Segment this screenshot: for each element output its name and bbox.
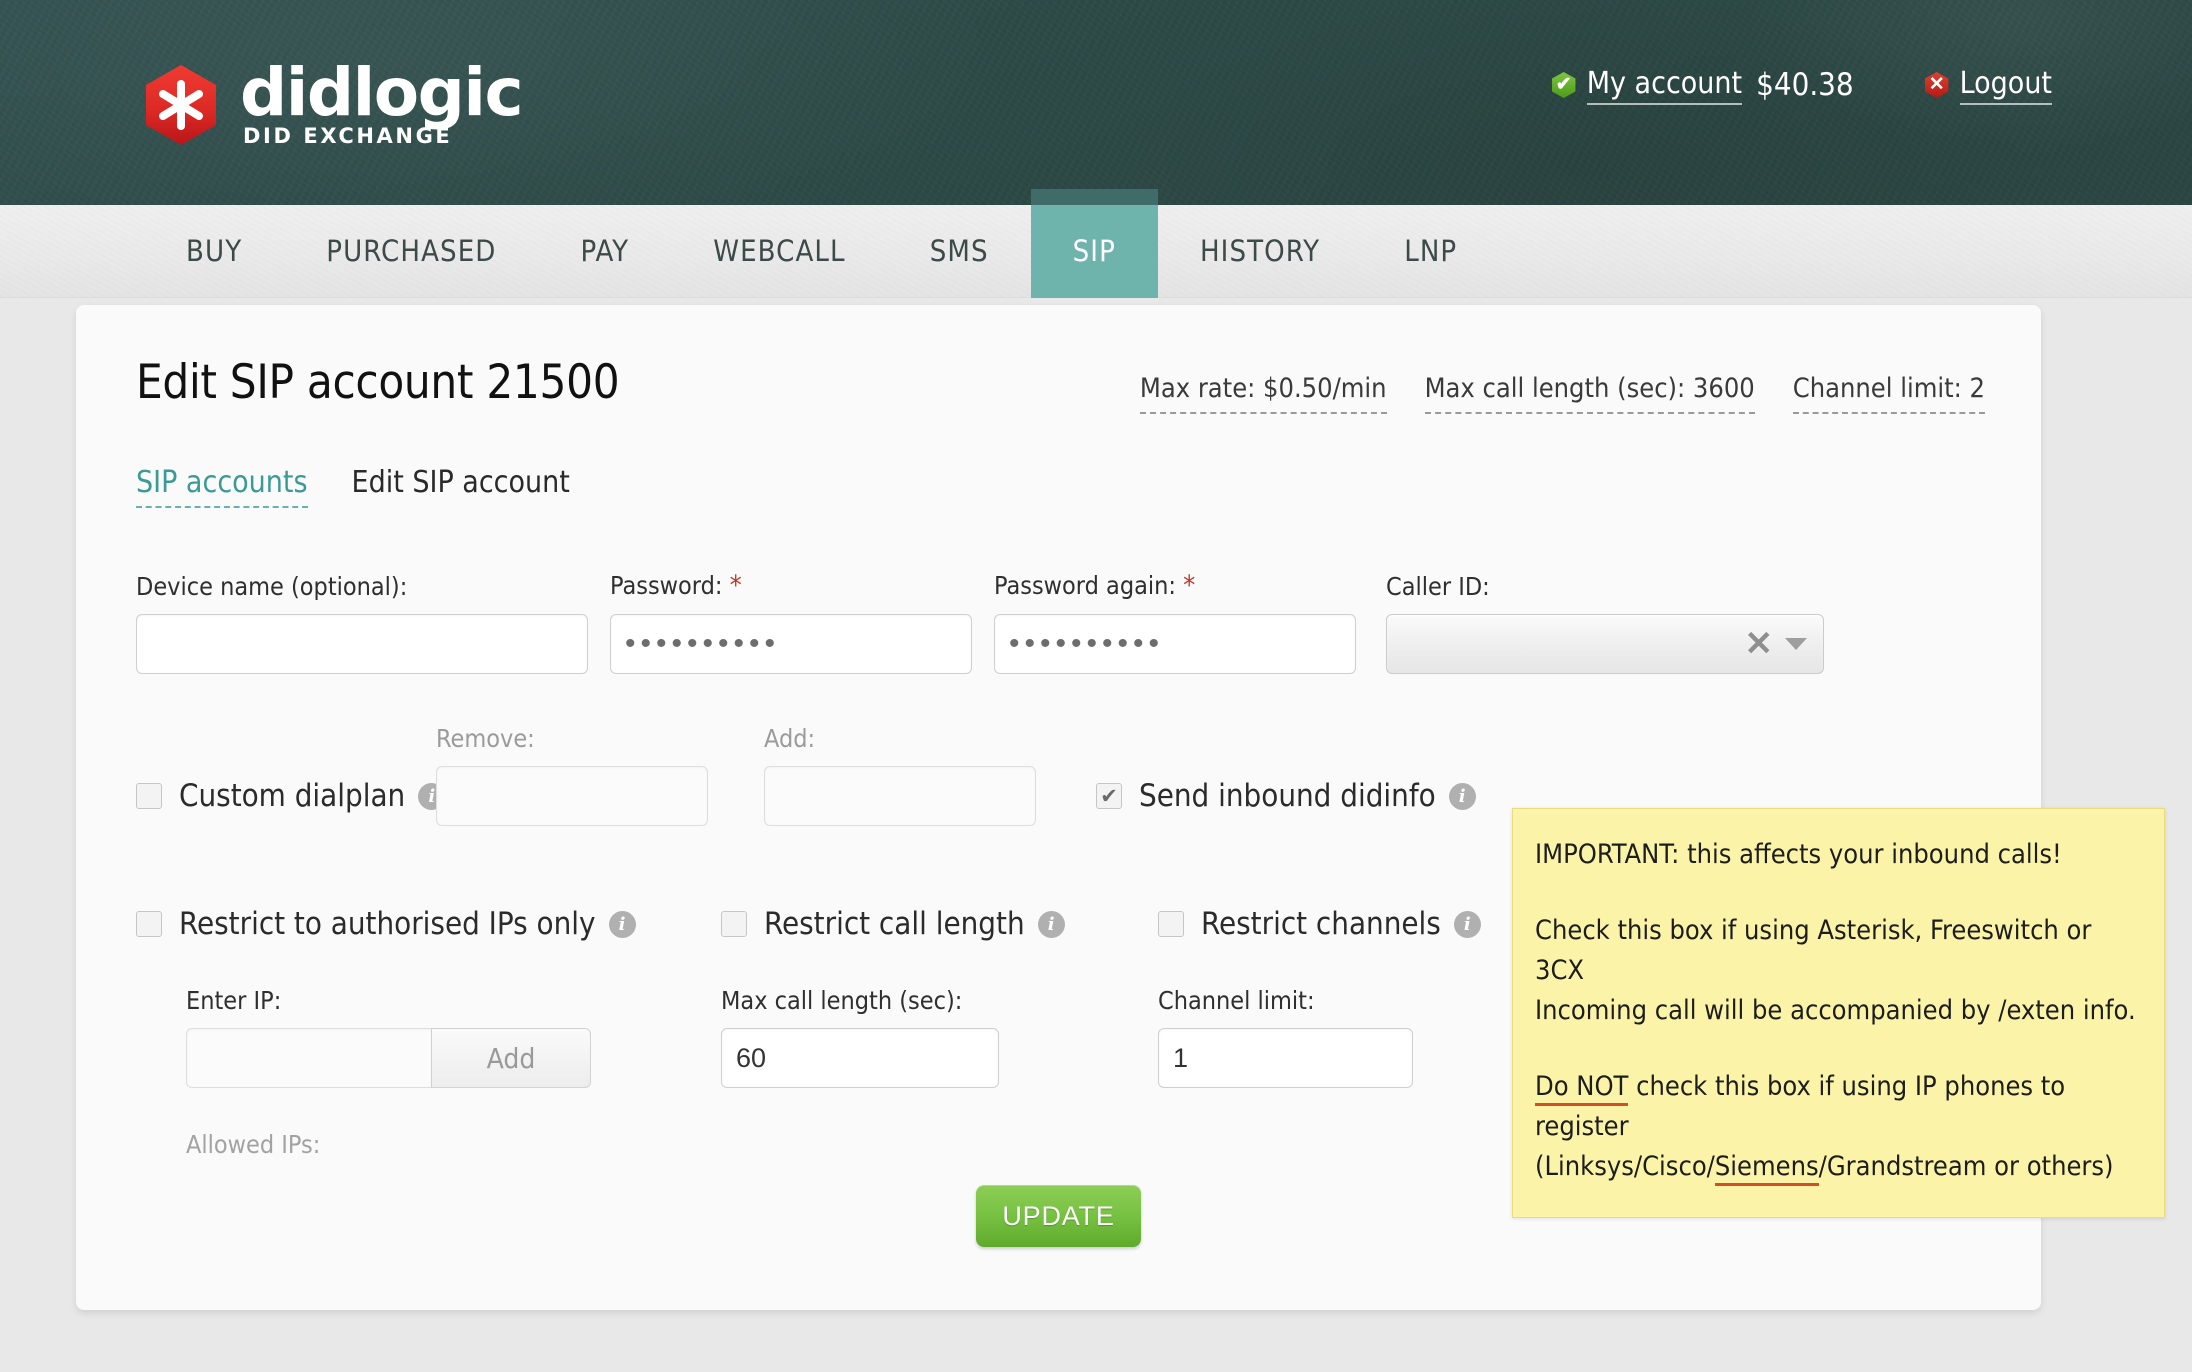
restrict-call-length-info-icon[interactable]: i [1038, 911, 1065, 938]
stat-channel-limit: Channel limit: 2 [1793, 373, 1985, 414]
channel-limit-input[interactable] [1158, 1028, 1413, 1088]
channel-limit-label: Channel limit: [1158, 986, 1413, 1015]
nav-tab-lnp[interactable]: LNP [1362, 205, 1499, 298]
channel-limit-cell: Channel limit: [1158, 986, 1413, 1088]
sub-tabs: SIP accounts Edit SIP account [136, 465, 614, 508]
tooltip-line-2a: Check this box if using Asterisk, Freesw… [1535, 915, 2091, 986]
caller-id-select[interactable]: ✕ [1386, 614, 1824, 674]
stat-max-call-length: Max call length (sec): 3600 [1425, 373, 1755, 414]
account-balance: $40.38 [1756, 67, 1854, 103]
password-again-required-marker: * [1183, 570, 1195, 601]
nav-tab-webcall[interactable]: WEBCALL [671, 205, 888, 298]
logo-wordmark: didlogic [240, 58, 522, 128]
subtab-edit-sip-account: Edit SIP account [352, 465, 570, 500]
green-check-hexagon-icon: ✔ [1551, 72, 1577, 98]
nav-tab-pay[interactable]: PAY [538, 205, 671, 298]
x-clear-icon[interactable]: ✕ [1745, 627, 1774, 661]
caller-id-label: Caller ID: [1386, 572, 1824, 601]
nav-tab-purchased[interactable]: PURCHASED [284, 205, 538, 298]
dialplan-remove-input[interactable] [436, 766, 708, 826]
device-name-label: Device name (optional): [136, 572, 588, 601]
credentials-row: Device name (optional): Password: * ••••… [136, 570, 1986, 674]
send-inbound-didinfo-checkbox[interactable] [1096, 783, 1122, 809]
send-inbound-didinfo-label: Send inbound didinfo [1139, 778, 1436, 814]
logo-hexagon-asterisk-icon [144, 64, 218, 146]
dialplan-add-input[interactable] [764, 766, 1036, 826]
logout-group[interactable]: ✕ Logout [1924, 66, 2052, 105]
my-account-group[interactable]: ✔ My account $40.38 [1551, 66, 1854, 105]
didinfo-tooltip: IMPORTANT: this affects your inbound cal… [1512, 808, 2165, 1218]
tooltip-line-1: IMPORTANT: this affects your inbound cal… [1535, 835, 2142, 875]
main-navigation: BUY PURCHASED PAY WEBCALL SMS SIP HISTOR… [0, 205, 2192, 298]
restrict-call-length-label: Restrict call length [764, 906, 1025, 942]
password-again-input[interactable]: •••••••••• [994, 614, 1356, 674]
send-inbound-didinfo-info-icon[interactable]: i [1449, 783, 1476, 810]
send-inbound-didinfo-row[interactable]: Send inbound didinfo i [1096, 766, 1476, 826]
nav-tab-sip[interactable]: SIP [1031, 205, 1158, 298]
max-call-length-input[interactable] [721, 1028, 999, 1088]
password-label-text: Password: [610, 571, 722, 600]
enter-ip-label: Enter IP: [186, 986, 721, 1015]
custom-dialplan-checkbox-row[interactable]: Custom dialplan i [136, 766, 436, 826]
password-group: Password: * •••••••••• [610, 570, 972, 674]
restrict-ips-label: Restrict to authorised IPs only [179, 906, 596, 942]
password-input[interactable]: •••••••••• [610, 614, 972, 674]
custom-dialplan-label: Custom dialplan [179, 778, 405, 814]
password-again-group: Password again: * •••••••••• [994, 570, 1356, 674]
restrict-channels-info-icon[interactable]: i [1454, 911, 1481, 938]
site-header: didlogic DID EXCHANGE ✔ My account $40.3… [0, 0, 2192, 205]
tooltip-paragraph-3: Do NOT check this box if using IP phones… [1535, 1067, 2142, 1187]
subtab-sip-accounts[interactable]: SIP accounts [136, 465, 308, 508]
custom-dialplan-checkbox[interactable] [136, 783, 162, 809]
dialplan-remove-group: Remove: [436, 724, 708, 826]
page-title: Edit SIP account 21500 [136, 357, 619, 409]
restrict-ips-info-icon[interactable]: i [609, 911, 636, 938]
allowed-ips-label: Allowed IPs: [186, 1130, 721, 1159]
dialplan-add-label: Add: [764, 724, 1036, 753]
max-call-length-cell: Max call length (sec): [721, 986, 1158, 1088]
password-label: Password: * [610, 570, 972, 601]
restrict-channels-row[interactable]: Restrict channels i [1158, 894, 1481, 954]
my-account-link[interactable]: My account [1587, 66, 1742, 105]
red-x-hexagon-icon: ✕ [1924, 72, 1950, 98]
tooltip-paragraph-2: Check this box if using Asterisk, Freesw… [1535, 911, 2142, 1031]
enter-ip-input[interactable] [186, 1028, 431, 1088]
tooltip-line-4b: /Grandstream or others) [1819, 1151, 2114, 1182]
password-again-label-text: Password again: [994, 571, 1176, 600]
device-name-group: Device name (optional): [136, 572, 588, 674]
dialplan-remove-label: Remove: [436, 724, 708, 753]
site-logo[interactable]: didlogic DID EXCHANGE [144, 58, 522, 148]
restrict-channels-label: Restrict channels [1201, 906, 1441, 942]
account-stats: Max rate: $0.50/min Max call length (sec… [1102, 373, 1985, 414]
custom-dialplan-cell: Custom dialplan i [136, 766, 436, 826]
chevron-down-icon[interactable] [1785, 638, 1807, 650]
tooltip-do-not-emphasis: Do NOT [1535, 1071, 1628, 1106]
restrict-call-length-row[interactable]: Restrict call length i [721, 894, 1158, 954]
tooltip-siemens-emphasis: Siemens [1715, 1151, 1819, 1186]
account-bar: ✔ My account $40.38 ✕ Logout [1551, 62, 2192, 108]
dialplan-add-group: Add: [764, 724, 1036, 826]
max-call-length-label: Max call length (sec): [721, 986, 1158, 1015]
restrict-channels-checkbox[interactable] [1158, 911, 1184, 937]
tooltip-line-4a: (Linksys/Cisco/ [1535, 1151, 1715, 1182]
password-again-label: Password again: * [994, 570, 1356, 601]
nav-tab-sms[interactable]: SMS [888, 205, 1031, 298]
nav-tab-buy[interactable]: BUY [144, 205, 284, 298]
stat-max-rate: Max rate: $0.50/min [1140, 373, 1387, 414]
enter-ip-cell: Enter IP: Add Allowed IPs: [136, 986, 721, 1159]
device-name-input[interactable] [136, 614, 588, 674]
update-button[interactable]: UPDATE [976, 1185, 1141, 1247]
nav-tab-list: BUY PURCHASED PAY WEBCALL SMS SIP HISTOR… [144, 205, 1499, 298]
restrict-ips-checkbox[interactable] [136, 911, 162, 937]
card-header: Edit SIP account 21500 Max rate: $0.50/m… [76, 305, 2041, 414]
restrict-ips-row[interactable]: Restrict to authorised IPs only i [136, 894, 721, 954]
logout-link[interactable]: Logout [1960, 66, 2052, 105]
enter-ip-group: Add [186, 1028, 721, 1088]
add-ip-button[interactable]: Add [431, 1028, 591, 1088]
restrict-call-length-checkbox[interactable] [721, 911, 747, 937]
tooltip-line-2b: Incoming call will be accompanied by /ex… [1535, 995, 2136, 1026]
caller-id-group: Caller ID: ✕ [1386, 572, 1824, 674]
nav-tab-history[interactable]: HISTORY [1158, 205, 1362, 298]
password-required-marker: * [730, 570, 742, 601]
